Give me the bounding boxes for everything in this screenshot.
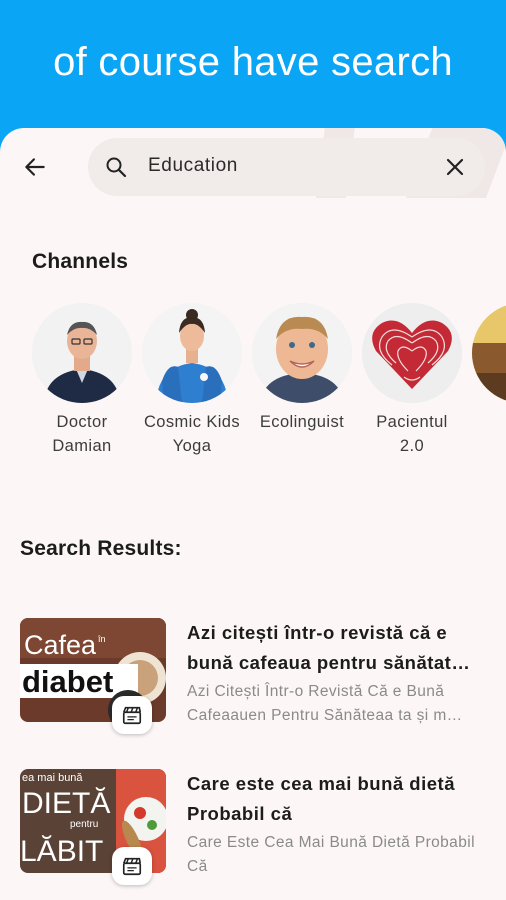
svg-text:pentru: pentru [70,819,98,830]
channel-name: Doctor Damian [52,413,112,455]
promo-banner: of course have search [0,0,506,130]
search-result-item[interactable]: Cafea în diabet Azi citești într-o revis… [20,618,490,734]
avatar [472,303,506,403]
close-icon[interactable] [443,155,467,179]
avatar [32,303,132,403]
channel-item[interactable]: Pacientul 2.0 [362,303,462,458]
phone-screen: Education Channels Doctor Damian Cosmic … [0,128,506,900]
channel-name: Pacientul 2.0 [376,413,448,455]
svg-text:ea mai bună: ea mai bună [22,772,83,784]
channels-carousel[interactable]: Doctor Damian Cosmic Kids Yoga Ecolingui… [30,303,506,463]
video-clapper-icon [122,706,142,725]
search-input[interactable]: Education [148,155,238,177]
svg-text:DIETĂ: DIETĂ [22,787,110,820]
search-result-item[interactable]: ea mai bună DIETĂ pentru LĂBIT Care este… [20,769,490,885]
result-title[interactable]: Care este cea mai bună dietă Probabil că [187,769,487,829]
svg-text:în: în [97,634,106,644]
result-description: Azi Citești Într-o Revistă Că e Bună Caf… [187,683,463,724]
avatar [142,303,242,403]
result-description: Care Este Cea Mai Bună Dietă Probabil Că [187,834,475,875]
search-icon [106,157,127,178]
search-bar[interactable]: Education [88,138,485,196]
arrow-left-icon [25,158,45,176]
channel-item[interactable]: Doctor Damian [32,303,132,458]
channel-name: Ecolinguist [259,413,345,431]
video-badge [112,847,152,885]
svg-text:LĂBIT: LĂBIT [20,835,103,868]
search-results-heading: Search Results: [20,537,182,560]
svg-text:Cafea: Cafea [24,630,97,660]
avatar [252,303,352,403]
svg-text:diabet: diabet [22,664,113,699]
channel-item[interactable]: Cosmic Kids Yoga [142,303,242,458]
avatar [362,303,462,403]
channel-name: Cosmic Kids Yoga [143,413,241,455]
channel-item-partial[interactable] [472,303,506,403]
result-title[interactable]: Azi citești într-o revistă că e bună caf… [187,618,487,678]
back-button[interactable] [18,150,52,184]
video-badge [112,696,152,734]
banner-caption: of course have search [53,39,453,84]
channels-heading: Channels [32,250,129,273]
app-frame: of course have search Education Channels [0,0,506,900]
video-clapper-icon [122,857,142,876]
channel-item[interactable]: Ecolinguist [252,303,352,434]
